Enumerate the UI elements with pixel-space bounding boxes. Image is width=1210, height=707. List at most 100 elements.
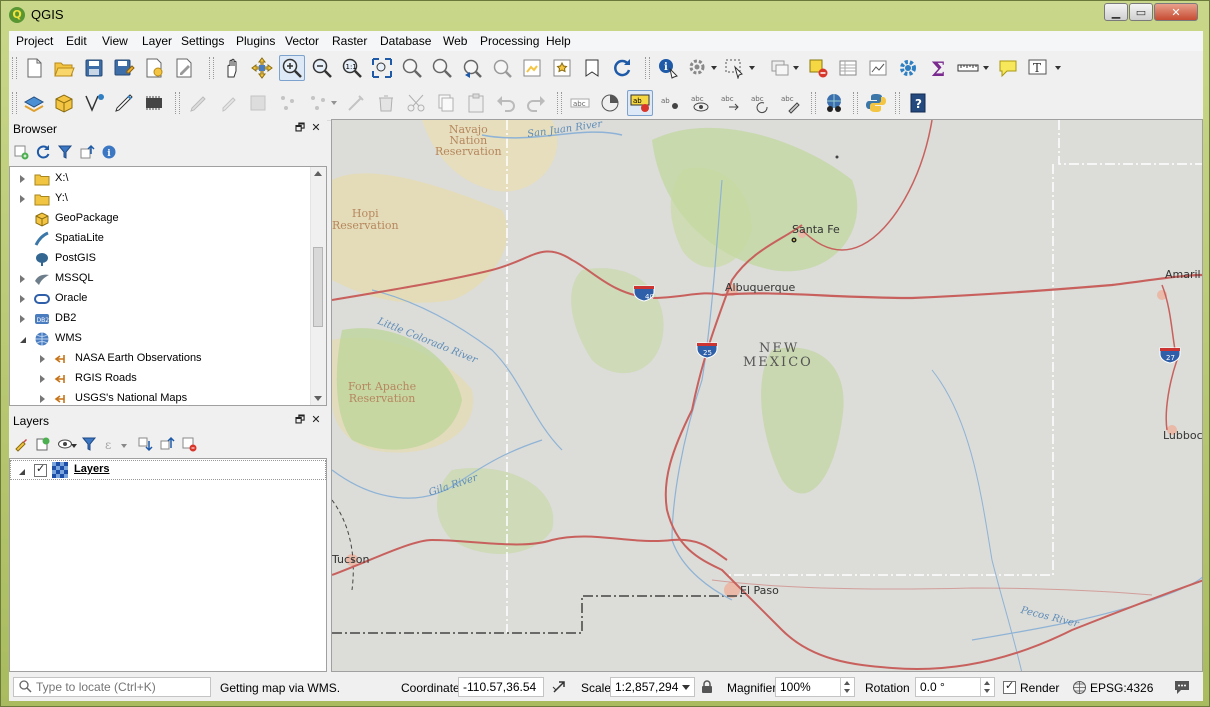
text-annotation-icon[interactable]: T <box>1025 55 1051 81</box>
menu-database[interactable]: Database <box>376 33 435 49</box>
pin-labels-icon[interactable]: ab <box>657 90 683 116</box>
open-project-icon[interactable] <box>51 55 77 81</box>
measure-line-icon[interactable] <box>955 55 981 81</box>
chevron-down-icon[interactable] <box>682 685 690 690</box>
zoom-in-icon[interactable] <box>279 55 305 81</box>
toggle-editing-icon[interactable] <box>215 90 241 116</box>
zoom-out-icon[interactable] <box>309 55 335 81</box>
rotate-label-icon[interactable]: abc <box>747 90 773 116</box>
refresh-icon[interactable] <box>33 142 53 162</box>
filter-expression-icon[interactable]: ε <box>101 434 121 454</box>
show-hide-labels-icon[interactable]: abc <box>687 90 713 116</box>
browser-item-rgis-roads[interactable]: RGIS Roads <box>10 369 310 389</box>
dropdown-arrow-icon[interactable] <box>1055 66 1061 70</box>
redo-icon[interactable] <box>523 90 549 116</box>
digitize-vertex-icon[interactable] <box>81 90 107 116</box>
crs-label[interactable]: EPSG:4326 <box>1090 681 1153 695</box>
map-tips-icon[interactable] <box>995 55 1021 81</box>
menu-layer[interactable]: Layer <box>138 33 176 49</box>
field-calculator-icon[interactable]: Σ <box>925 55 951 81</box>
menu-raster[interactable]: Raster <box>328 33 371 49</box>
dropdown-arrow-icon[interactable] <box>793 66 799 70</box>
copy-features-icon[interactable] <box>433 90 459 116</box>
refresh-icon[interactable] <box>609 55 635 81</box>
scroll-up-icon[interactable] <box>314 171 322 176</box>
cut-features-icon[interactable] <box>403 90 429 116</box>
crs-globe-icon[interactable] <box>1072 680 1087 698</box>
browser-item-spatialite[interactable]: SpatiaLite <box>10 229 310 249</box>
scale-combobox[interactable]: 1:2,857,294 <box>610 677 695 697</box>
menu-plugins[interactable]: Plugins <box>232 33 279 49</box>
rotation-spinbox[interactable]: 0.0 ° <box>915 677 995 697</box>
move-label-icon[interactable]: abc <box>717 90 743 116</box>
expand-arrow-icon[interactable] <box>20 195 25 203</box>
scroll-down-icon[interactable] <box>314 396 322 401</box>
maximize-button[interactable]: ▭ <box>1129 3 1153 21</box>
messages-icon[interactable] <box>1173 679 1191 698</box>
label-toolbar-icon[interactable]: abc <box>567 90 593 116</box>
locator-bar[interactable] <box>13 677 211 697</box>
toolbar-grip[interactable] <box>175 92 180 114</box>
scrollbar-thumb[interactable] <box>313 247 323 327</box>
spin-arrows-icon[interactable] <box>980 678 994 696</box>
menu-view[interactable]: View <box>98 33 132 49</box>
toggle-extents-icon[interactable] <box>551 679 567 698</box>
map-canvas[interactable]: 40 25 27 Navajo Nation Reservation Hopi … <box>331 119 1203 672</box>
dropdown-arrow-icon[interactable] <box>983 66 989 70</box>
identify-features-icon[interactable]: i <box>655 55 681 81</box>
pan-map-icon[interactable] <box>219 55 245 81</box>
zoom-full-icon[interactable] <box>369 55 395 81</box>
menu-project[interactable]: Project <box>12 33 57 49</box>
locator-input[interactable] <box>36 679 206 695</box>
dropdown-arrow-icon[interactable] <box>121 444 127 448</box>
collapse-arrow-icon[interactable] <box>19 469 25 475</box>
toolbar-grip[interactable] <box>209 57 214 79</box>
menu-help[interactable]: Help <box>542 33 575 49</box>
collapse-all-icon[interactable] <box>77 142 97 162</box>
expand-arrow-icon[interactable] <box>40 355 45 363</box>
collapse-arrow-icon[interactable] <box>20 337 26 343</box>
data-source-manager-icon[interactable] <box>21 90 47 116</box>
help-icon[interactable]: ? <box>905 90 931 116</box>
menu-processing[interactable]: Processing <box>476 33 543 49</box>
add-selected-layers-icon[interactable] <box>11 142 31 162</box>
toolbar-grip[interactable] <box>811 92 816 114</box>
add-point-icon[interactable] <box>275 90 301 116</box>
browser-item-nasa-earth-observations[interactable]: NASA Earth Observations <box>10 349 310 369</box>
browser-item-oracle[interactable]: Oracle <box>10 289 310 309</box>
toolbar-grip[interactable] <box>895 92 900 114</box>
menu-vector[interactable]: Vector <box>281 33 323 49</box>
modify-attributes-icon[interactable] <box>343 90 369 116</box>
open-attribute-table-icon[interactable] <box>835 55 861 81</box>
expand-arrow-icon[interactable] <box>40 375 45 383</box>
spin-arrows-icon[interactable] <box>840 678 854 696</box>
new-map-view-icon[interactable] <box>519 55 545 81</box>
browser-item-usgs-s-national-maps[interactable]: USGS's National Maps <box>10 389 310 405</box>
zoom-to-layer-icon[interactable] <box>429 55 455 81</box>
undo-icon[interactable] <box>493 90 519 116</box>
show-bookmarks-icon[interactable] <box>579 55 605 81</box>
browser-item-postgis[interactable]: PostGIS <box>10 249 310 269</box>
toolbar-grip[interactable] <box>853 92 858 114</box>
new-bookmark-icon[interactable] <box>549 55 575 81</box>
menu-settings[interactable]: Settings <box>177 33 228 49</box>
menu-edit[interactable]: Edit <box>62 33 91 49</box>
expand-arrow-icon[interactable] <box>40 395 45 403</box>
deselect-features-icon[interactable] <box>805 55 831 81</box>
expand-arrow-icon[interactable] <box>20 295 25 303</box>
close-panel-icon[interactable]: ✕ <box>309 413 323 427</box>
filter-icon[interactable] <box>55 142 75 162</box>
toolbox-gear-icon[interactable] <box>895 55 921 81</box>
expand-arrow-icon[interactable] <box>20 315 25 323</box>
delete-selected-icon[interactable] <box>373 90 399 116</box>
menu-web[interactable]: Web <box>439 33 471 49</box>
browser-item-y[interactable]: Y:\ <box>10 189 310 209</box>
new-project-icon[interactable] <box>21 55 47 81</box>
new-print-layout-icon[interactable] <box>141 55 167 81</box>
digitize-pen-icon[interactable] <box>111 90 137 116</box>
lock-scale-icon[interactable] <box>701 680 713 697</box>
expand-arrow-icon[interactable] <box>20 175 25 183</box>
zoom-to-selection-icon[interactable] <box>399 55 425 81</box>
close-panel-icon[interactable]: ✕ <box>309 121 323 135</box>
python-console-icon[interactable] <box>863 90 889 116</box>
